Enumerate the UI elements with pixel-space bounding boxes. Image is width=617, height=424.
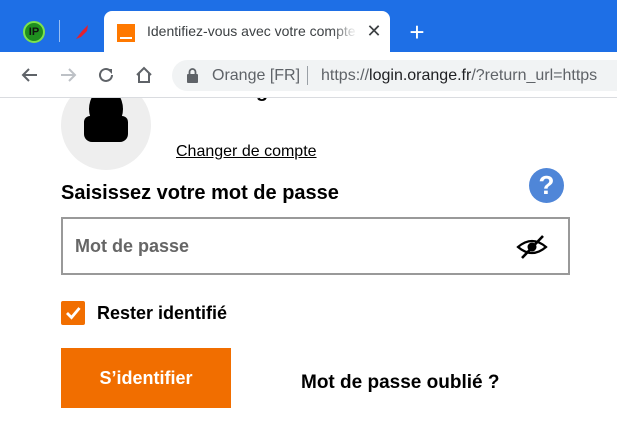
password-heading: Saisissez votre mot de passe — [61, 182, 339, 204]
home-button[interactable] — [131, 63, 157, 87]
tab-title: Identifiez-vous avec votre compte Orange — [147, 23, 357, 39]
avatar-body — [84, 116, 128, 142]
home-icon — [136, 66, 152, 83]
forward-arrow-icon — [61, 68, 77, 82]
orange-logo-icon — [117, 24, 135, 42]
url-host: login.orange.fr — [369, 67, 472, 84]
back-arrow-icon — [21, 68, 37, 82]
tab-strip: IP Identifiez-vous avec votre compte Ora… — [0, 0, 617, 52]
back-button[interactable] — [17, 63, 43, 87]
red-slash-icon — [76, 24, 88, 39]
url-text[interactable]: https://login.orange.fr/?return_url=http… — [321, 67, 597, 85]
reload-button[interactable] — [93, 63, 119, 87]
sign-in-button[interactable]: S’identifier — [61, 348, 231, 408]
address-bar[interactable]: Orange [FR] https://login.orange.fr/?ret… — [172, 60, 617, 91]
checkmark-icon — [66, 307, 81, 320]
ip-icon: IP — [23, 20, 45, 43]
site-identity: Orange [FR] — [212, 67, 301, 84]
login-page: g Changer de compte ? Saisissez votre mo… — [0, 98, 617, 424]
password-input[interactable] — [75, 233, 495, 259]
password-field[interactable] — [61, 217, 570, 275]
url-scheme: https:// — [321, 67, 370, 84]
avatar — [61, 98, 151, 170]
browser-toolbar: Orange [FR] https://login.orange.fr/?ret… — [0, 52, 617, 98]
change-account-link[interactable]: Changer de compte — [176, 143, 317, 161]
new-tab-button[interactable]: + — [404, 19, 430, 46]
reload-icon — [99, 67, 113, 82]
tab-separator — [59, 20, 60, 42]
tab-close-icon[interactable]: ✕ — [362, 19, 386, 43]
lock-icon[interactable] — [186, 68, 199, 83]
omnibox-separator — [307, 66, 308, 85]
active-tab[interactable]: Identifiez-vous avec votre compte Orange… — [104, 11, 390, 52]
remember-me-checkbox[interactable] — [61, 301, 85, 325]
pinned-tab-red[interactable] — [62, 11, 102, 52]
remember-me-label: Rester identifié — [97, 302, 228, 323]
pinned-tab-ip[interactable]: IP — [14, 11, 54, 52]
account-name-fragment: g — [256, 98, 268, 103]
help-button[interactable]: ? — [529, 168, 564, 203]
forgot-password-link[interactable]: Mot de passe oublié ? — [301, 372, 499, 394]
remember-me-row[interactable]: Rester identifié — [61, 300, 227, 326]
forward-button[interactable] — [55, 63, 81, 87]
url-path: /?return_url=https — [471, 67, 598, 84]
eye-slash-icon[interactable] — [515, 234, 549, 260]
